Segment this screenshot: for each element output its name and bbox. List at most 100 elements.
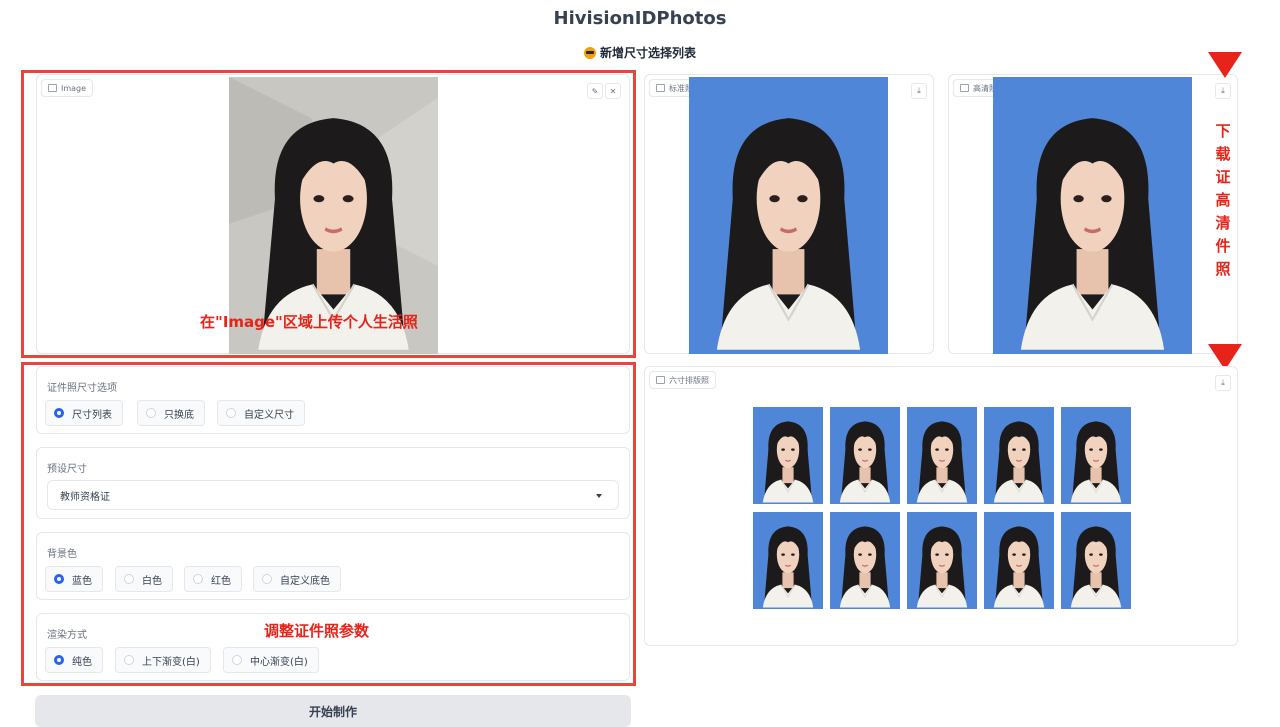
image-icon [48,84,57,92]
image-label-tag: Image [41,79,94,97]
radio-size-list[interactable]: 尺寸列表 [45,400,123,426]
radio-bg-white[interactable]: 白色 [115,566,173,592]
radio-label: 上下渐变(白) [142,656,200,668]
radio-indicator [124,574,134,584]
radio-indicator [54,655,64,665]
download-annotation-char: 下 [1215,122,1231,140]
layout-thumbnail-image [1061,512,1131,609]
radio-label: 只换底 [164,409,194,421]
radio-label: 白色 [142,575,162,587]
radio-indicator [146,408,156,418]
standard-photo [689,77,888,354]
layout-photo-panel: 六寸排版照 ⤓ [644,366,1238,646]
radio-label: 中心渐变(白) [250,656,308,668]
download-annotation: 下 载 证 高 清 件 照 [1214,120,1232,281]
preset-size-value: 教师资格证 [60,491,110,503]
layout-thumbnail [753,512,823,609]
layout-thumbnail [907,512,977,609]
chevron-down-icon [596,494,602,498]
hd-photo [993,77,1192,354]
image-icon [656,84,665,92]
preset-size-label: 预设尺寸 [47,464,87,475]
radio-indicator [54,574,64,584]
layout-thumbnail-image [753,407,823,504]
radio-label: 纯色 [72,656,92,668]
radio-bg-red[interactable]: 红色 [184,566,242,592]
hd-photo-image [993,77,1192,354]
download-annotation-char: 高 [1215,191,1231,209]
params-annotation: 调整证件照参数 [264,622,370,640]
radio-label: 自定义尺寸 [244,409,294,421]
hd-photo-panel: 高清照 ⤓ [948,74,1238,354]
layout-thumbnail-image [984,407,1054,504]
preset-size-select[interactable]: 教师资格证 [47,480,619,510]
radio-indicator [262,574,272,584]
download-icon: ⤓ [1221,378,1225,387]
upload-annotation: 在"Image"区域上传个人生活照 [200,313,418,331]
layout-thumbnail-image [907,512,977,609]
image-icon [656,376,665,384]
size-option-label: 证件照尺寸选项 [47,383,117,394]
radio-indicator [193,574,203,584]
radio-change-bg-only[interactable]: 只换底 [137,400,205,426]
layout-thumbnail [984,407,1054,504]
radio-custom-size[interactable]: 自定义尺寸 [217,400,305,426]
radio-label: 蓝色 [72,575,92,587]
background-color-label: 背景色 [47,549,77,560]
download-annotation-char: 照 [1215,260,1231,278]
render-mode-label: 渲染方式 [47,630,87,641]
layout-thumbnail [1061,512,1131,609]
start-button[interactable]: 开始制作 [35,695,631,727]
layout-thumbnail [907,407,977,504]
radio-indicator [54,408,64,418]
pencil-icon: ✎ [591,86,599,96]
radio-render-vertical-gradient[interactable]: 上下渐变(白) [115,647,211,673]
layout-label: 六寸排版照 [669,375,709,385]
radio-indicator [232,655,242,665]
layout-thumbnail [984,512,1054,609]
layout-thumbnail [1061,407,1131,504]
radio-indicator [226,408,236,418]
layout-thumbnail-image [907,407,977,504]
layout-thumbnail-image [1061,407,1131,504]
layout-label-tag: 六寸排版照 [649,371,716,389]
edit-button[interactable]: ✎ [587,83,603,99]
preset-size-group: 预设尺寸 教师资格证 [36,447,630,519]
close-icon: ✕ [609,86,617,96]
standard-photo-panel: 标准照 ⤓ [644,74,934,354]
radio-bg-blue[interactable]: 蓝色 [45,566,103,592]
app-subtitle: 新增尺寸选择列表 [0,44,1280,61]
layout-grid [753,407,1131,609]
radio-render-center-gradient[interactable]: 中心渐变(白) [223,647,319,673]
download-icon: ⤓ [1221,86,1225,95]
download-annotation-char: 清 [1215,214,1231,232]
background-color-group: 背景色 蓝色 白色 红色 自定义底色 [36,532,630,600]
sunglasses-emoji-icon [583,47,596,59]
layout-thumbnail [830,407,900,504]
layout-thumbnail-image [830,512,900,609]
layout-thumbnail [830,512,900,609]
download-hd-button[interactable]: ⤓ [1215,83,1231,99]
radio-label: 自定义底色 [280,575,330,587]
image-label: Image [61,83,87,93]
download-icon: ⤓ [917,86,921,95]
download-arrow-top [1208,52,1242,78]
download-annotation-char: 件 [1215,237,1231,255]
clear-image-button[interactable]: ✕ [605,83,621,99]
radio-bg-custom[interactable]: 自定义底色 [253,566,341,592]
subtitle-text: 新增尺寸选择列表 [599,46,696,60]
layout-thumbnail-image [753,512,823,609]
layout-thumbnail-image [830,407,900,504]
download-annotation-char: 证 [1215,168,1231,186]
radio-label: 尺寸列表 [72,409,112,421]
layout-thumbnail [753,407,823,504]
download-annotation-char: 载 [1215,145,1231,163]
radio-render-solid[interactable]: 纯色 [45,647,103,673]
layout-thumbnail-image [984,512,1054,609]
download-layout-button[interactable]: ⤓ [1215,375,1231,391]
standard-photo-image [689,77,888,354]
radio-indicator [124,655,134,665]
image-icon [960,84,969,92]
download-standard-button[interactable]: ⤓ [911,83,927,99]
size-option-group: 证件照尺寸选项 尺寸列表 只换底 自定义尺寸 [36,366,630,434]
